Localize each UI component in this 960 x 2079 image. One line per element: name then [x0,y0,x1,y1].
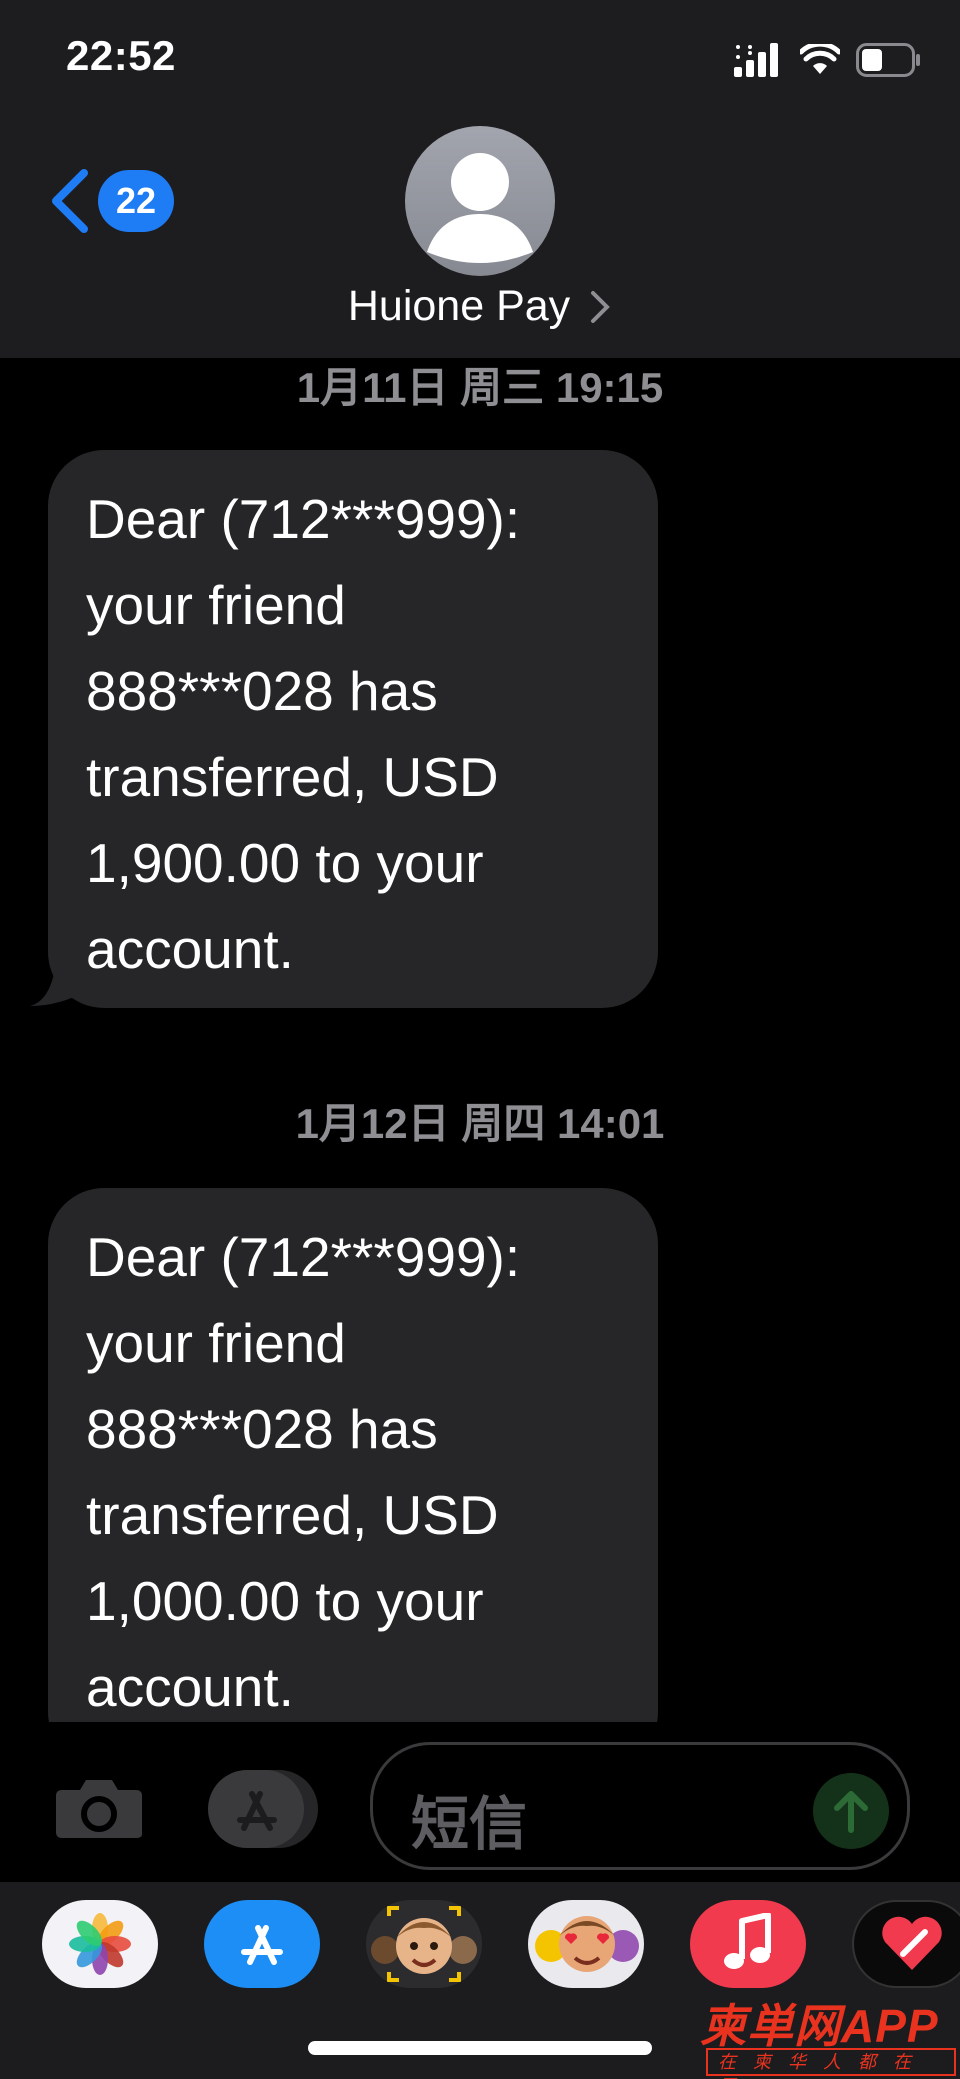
message-input[interactable]: 短信 [370,1742,910,1870]
chevron-left-icon [52,169,88,233]
message-line: 1,900.00 to your [86,832,484,894]
message-line: Dear (712***999): [86,488,521,550]
message-line: transferred, USD [86,1484,499,1546]
send-button[interactable] [813,1773,889,1849]
message-bubble[interactable]: Dear (712***999): your friend 888***028 … [48,1188,658,1768]
memoji-stickers-app-button[interactable] [366,1900,482,1988]
battery-icon [856,43,920,77]
photos-app-button[interactable] [42,1900,158,1988]
app-store-drawer-icon[interactable] [208,1770,318,1848]
message-line: transferred, USD [86,746,499,808]
cellular-signal-icon [734,43,778,77]
watermark-title: 柬単网APP [700,2000,939,2052]
message-line: your friend [86,1312,346,1374]
message-line: your friend [86,574,346,636]
watermark-subtitle: 在柬华人都在用 [706,2048,956,2079]
wifi-icon [800,44,840,74]
watermark: 柬単网APP 在柬华人都在用 [700,1990,960,2079]
arrow-up-icon [834,1791,868,1833]
message-timestamp: 1月11日 周三 19:15 [296,364,664,411]
memoji-icon [371,1906,477,1982]
contact-name-button[interactable]: Huione Pay [0,280,960,331]
message-line: Dear (712***999): [86,1226,521,1288]
music-app-button[interactable] [690,1900,806,1988]
home-indicator[interactable] [308,2041,652,2055]
app-store-app-button[interactable] [204,1900,320,1988]
message-input-placeholder: 短信 [411,1792,528,1857]
message-line: account. [86,1656,294,1718]
camera-icon[interactable] [54,1776,144,1840]
animoji-icon [535,1916,639,1972]
unread-count-badge: 22 [98,170,174,232]
message-line: 1,000.00 to your [86,1570,484,1632]
person-icon [427,153,533,263]
status-time: 22:52 [66,32,176,79]
message-line: 888***028 has [86,660,438,722]
status-icons [734,40,922,80]
compose-bar: 短信 [0,1722,960,1882]
chevron-right-icon [591,290,610,323]
message-bubble[interactable]: Dear (712***999): your friend 888***028 … [48,450,658,1008]
message-timestamp: 1月12日 周四 14:01 [295,1100,665,1147]
app-store-icon [241,1925,283,1965]
contact-avatar[interactable] [405,126,555,276]
message-line: 888***028 has [86,1398,438,1460]
back-button[interactable]: 22 [48,168,174,234]
conversation-header: 22:52 22 Huione Pay [0,0,960,358]
message-line: account. [86,918,294,980]
heart-icon [882,1916,942,1970]
animoji-app-button[interactable] [528,1900,644,1988]
contact-name: Huione Pay [347,282,571,331]
digital-touch-app-button[interactable] [852,1900,960,1988]
music-note-icon [724,1913,771,1969]
photos-icon [69,1913,131,1975]
